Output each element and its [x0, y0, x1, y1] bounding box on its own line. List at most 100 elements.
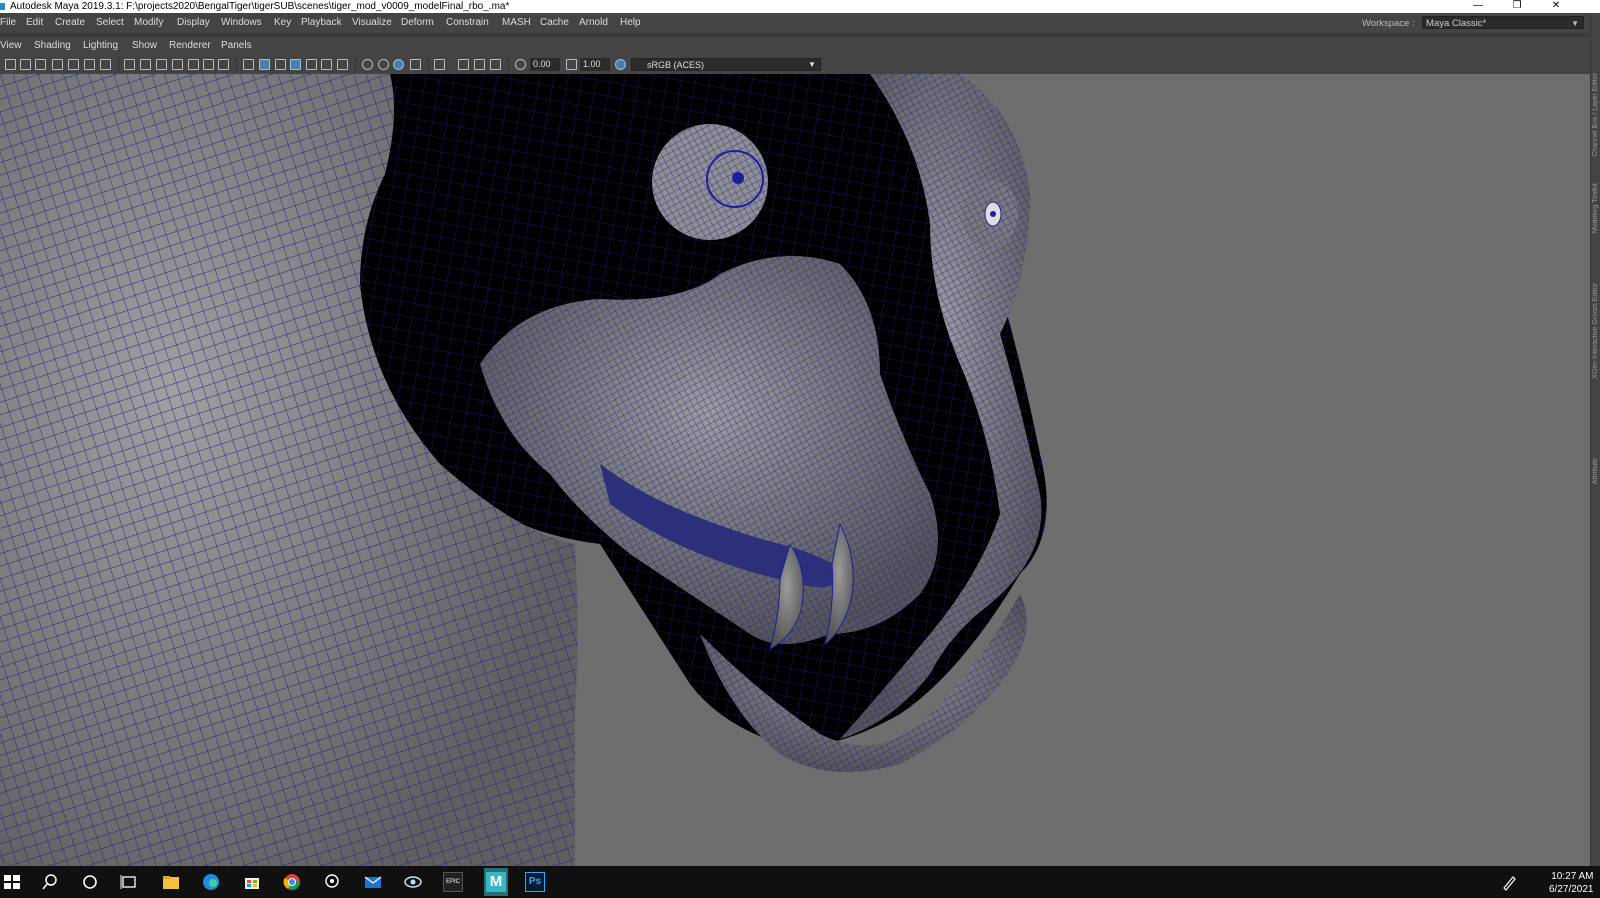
chrome-icon[interactable]: [282, 872, 302, 892]
menu-select[interactable]: Select: [96, 14, 124, 32]
windows-taskbar: EPIC M Ps 10:27 AM 6/27/2021: [0, 866, 1600, 898]
maya-taskbar-active[interactable]: M: [484, 868, 508, 896]
image-plane-icon[interactable]: [52, 59, 63, 70]
tab-modeling-toolkit[interactable]: Modeling Toolkit: [1592, 183, 1599, 233]
2d-pan-zoom-icon[interactable]: [68, 59, 79, 70]
shadows-icon[interactable]: [337, 59, 348, 70]
panel-menu-lighting[interactable]: Lighting: [83, 37, 118, 55]
menu-edit[interactable]: Edit: [26, 14, 43, 32]
eyeball-mesh: [652, 124, 768, 240]
pen-workspace-icon[interactable]: [1500, 872, 1520, 892]
menu-mash[interactable]: MASH: [502, 14, 531, 32]
toolbar-separator: [118, 58, 119, 71]
close-button[interactable]: ✕: [1546, 0, 1566, 13]
wireframe-on-shaded-icon[interactable]: [290, 59, 301, 70]
toolbar-separator: [428, 58, 429, 71]
pencil-icon[interactable]: [100, 59, 111, 70]
search-icon[interactable]: [40, 872, 60, 892]
mail-icon[interactable]: [363, 872, 383, 892]
gamma-icon[interactable]: [566, 59, 577, 70]
panel-menu-show[interactable]: Show: [132, 37, 157, 55]
tab-channel-box[interactable]: Channel Box / Layer Editor: [1592, 73, 1599, 157]
default-material-icon[interactable]: [275, 59, 286, 70]
tab-xgen-groom-editor[interactable]: XGen Interactive Groom Editor: [1592, 283, 1599, 379]
safe-title-icon[interactable]: [218, 59, 229, 70]
color-management-icon[interactable]: [615, 59, 626, 70]
unity-hub-icon[interactable]: [403, 872, 423, 892]
microsoft-store-icon[interactable]: [242, 872, 262, 892]
workspace-dropdown[interactable]: Maya Classic* ▼: [1422, 16, 1584, 29]
maya-icon: M: [486, 872, 506, 892]
restore-button[interactable]: ❐: [1507, 0, 1527, 13]
menu-file[interactable]: File: [0, 14, 16, 32]
view-transform-value: sRGB (ACES): [647, 60, 705, 70]
clock-date: 6/27/2021: [1549, 884, 1594, 895]
panel-menu-shading[interactable]: Shading: [34, 37, 71, 55]
grid-icon[interactable]: [124, 59, 135, 70]
textured-icon[interactable]: [306, 59, 317, 70]
anti-aliasing-icon[interactable]: [393, 59, 404, 70]
feedback-hub-icon[interactable]: [322, 872, 342, 892]
panel-menu-panels[interactable]: Panels: [221, 37, 252, 55]
window-title: Autodesk Maya 2019.3.1: F:\projects2020\…: [10, 1, 510, 12]
clock-time: 10:27 AM: [1551, 871, 1594, 882]
safe-action-icon[interactable]: [203, 59, 214, 70]
workspace-value: Maya Classic*: [1426, 18, 1487, 29]
tiger-mesh-render: [0, 74, 1047, 866]
menu-visualize[interactable]: Visualize: [352, 14, 392, 32]
smooth-shade-icon[interactable]: [259, 59, 270, 70]
camera-attributes-icon[interactable]: [20, 59, 31, 70]
use-all-lights-icon[interactable]: [321, 59, 332, 70]
menu-arnold[interactable]: Arnold: [579, 14, 608, 32]
menu-help[interactable]: Help: [620, 14, 641, 32]
panel-menu-view[interactable]: View: [0, 37, 22, 55]
epic-games-icon[interactable]: EPIC: [443, 872, 463, 892]
menu-playback[interactable]: Playback: [301, 14, 342, 32]
xray-icon[interactable]: [458, 59, 469, 70]
depth-of-field-icon[interactable]: [410, 59, 421, 70]
minimize-button[interactable]: —: [1468, 0, 1488, 13]
exposure-field[interactable]: 0.00: [530, 58, 560, 71]
toolbar-separator: [508, 58, 509, 71]
field-chart-icon[interactable]: [188, 59, 199, 70]
motion-blur-icon[interactable]: [378, 59, 389, 70]
taskbar-clock[interactable]: 10:27 AM 6/27/2021: [1549, 870, 1594, 896]
cortana-icon[interactable]: [80, 872, 100, 892]
menu-windows[interactable]: Windows: [221, 14, 262, 32]
bookmarks-icon[interactable]: [35, 59, 46, 70]
film-gate-icon[interactable]: [140, 59, 151, 70]
xray-active-icon[interactable]: [474, 59, 485, 70]
grease-pencil-icon[interactable]: [84, 59, 95, 70]
screen-space-ao-icon[interactable]: [362, 59, 373, 70]
task-view-icon[interactable]: [119, 872, 139, 892]
xray-joints-icon[interactable]: [490, 59, 501, 70]
menu-modify[interactable]: Modify: [134, 14, 163, 32]
isolate-select-icon[interactable]: [434, 59, 445, 70]
workspace-label: Workspace :: [1362, 18, 1415, 29]
viewport-3d[interactable]: [0, 74, 1590, 866]
select-camera-icon[interactable]: [5, 59, 16, 70]
toolbar-separator: [355, 58, 356, 71]
photoshop-icon[interactable]: Ps: [525, 872, 545, 892]
maya-app-icon: [0, 3, 5, 10]
gate-mask-icon[interactable]: [172, 59, 183, 70]
gamma-field[interactable]: 1.00: [580, 58, 610, 71]
right-dock-tabs: Channel Box / Layer Editor Modeling Tool…: [1590, 13, 1600, 866]
main-menubar: File Edit Create Select Modify Display W…: [0, 13, 1600, 33]
resolution-gate-icon[interactable]: [156, 59, 167, 70]
menu-deform[interactable]: Deform: [401, 14, 434, 32]
menu-constrain[interactable]: Constrain: [446, 14, 489, 32]
menu-create[interactable]: Create: [55, 14, 85, 32]
file-explorer-icon[interactable]: [161, 872, 181, 892]
menu-key[interactable]: Key: [274, 14, 291, 32]
edge-icon[interactable]: [201, 872, 221, 892]
menu-display[interactable]: Display: [177, 14, 210, 32]
eye-socket-mesh: [962, 180, 1018, 248]
menu-cache[interactable]: Cache: [540, 14, 569, 32]
wireframe-icon[interactable]: [243, 59, 254, 70]
view-transform-dropdown[interactable]: sRGB (ACES) ▼: [631, 58, 821, 71]
windows-start-icon[interactable]: [2, 872, 22, 892]
exposure-icon[interactable]: [515, 59, 526, 70]
tab-attribute-editor[interactable]: Attribute: [1592, 458, 1599, 484]
panel-menu-renderer[interactable]: Renderer: [169, 37, 211, 55]
